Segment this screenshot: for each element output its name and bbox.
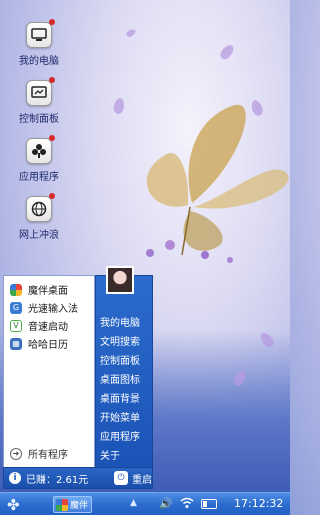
- petal-decoration: [125, 27, 137, 39]
- start-menu-link-start-menu[interactable]: 开始菜单: [100, 409, 140, 424]
- start-menu-item-input-method[interactable]: G 光速输入法: [4, 299, 94, 316]
- all-programs-label: 所有程序: [28, 450, 68, 461]
- info-icon: i: [9, 472, 21, 484]
- battery-icon[interactable]: [201, 499, 217, 509]
- desktop-icon-label: 我的电脑: [19, 56, 59, 67]
- taskbar: ✤ 魔伴 ▲ 🔊 17:12:32: [0, 492, 290, 515]
- desktop-icon-control-panel[interactable]: 控制面板: [10, 77, 68, 125]
- start-menu-link-search[interactable]: 文明搜索: [100, 333, 140, 348]
- computer-icon: [26, 19, 55, 48]
- start-menu-link-my-computer[interactable]: 我的电脑: [100, 314, 140, 329]
- start-menu-link-control-panel[interactable]: 控制面板: [100, 352, 140, 367]
- taskbar-app-moban[interactable]: 魔伴: [53, 496, 92, 513]
- start-menu-system-panel: 我的电脑 文明搜索 控制面板 桌面图标 桌面背景 开始菜单 应用程序 关于: [95, 266, 153, 469]
- launcher-v-icon: V: [10, 319, 22, 332]
- battery-level-fill: [203, 501, 207, 507]
- volume-icon[interactable]: 🔊: [159, 497, 173, 510]
- start-menu-item-calendar[interactable]: ▦ 哈哈日历: [4, 335, 94, 352]
- desktop-icon-my-computer[interactable]: 我的电脑: [10, 19, 68, 67]
- input-method-icon: G: [10, 301, 22, 314]
- control-panel-icon: [26, 77, 55, 106]
- butterfly-wallpaper-art: [146, 104, 289, 263]
- desktop-icon-apps[interactable]: 应用程序: [10, 135, 68, 183]
- clock: 17:12:32: [234, 497, 284, 510]
- start-menu-programs-panel: 魔伴桌面 G 光速输入法 V 音速启动 ▦ 哈哈日历 ➜ 所有程序: [3, 275, 95, 489]
- calendar-icon: ▦: [10, 337, 22, 350]
- start-menu-item-moban[interactable]: 魔伴桌面: [4, 281, 94, 298]
- start-menu-item-launcher[interactable]: V 音速启动: [4, 317, 94, 334]
- start-menu-item-label: 哈哈日历: [28, 340, 68, 351]
- pinwheel-icon: [10, 283, 22, 296]
- arrow-right-icon: ➜: [10, 447, 22, 460]
- power-icon[interactable]: ⏻: [114, 471, 128, 485]
- start-menu-link-apps[interactable]: 应用程序: [100, 428, 140, 443]
- desktop-icon-label: 网上冲浪: [19, 230, 59, 241]
- petal-decoration: [218, 42, 236, 62]
- desktop-icon-label: 控制面板: [19, 114, 59, 125]
- desktop-icon-web[interactable]: 网上冲浪: [10, 193, 68, 241]
- pinwheel-icon: [56, 498, 68, 511]
- globe-icon: [26, 193, 55, 222]
- start-menu-link-desktop-background[interactable]: 桌面背景: [100, 390, 140, 405]
- taskbar-app-label: 魔伴: [70, 501, 89, 511]
- user-avatar[interactable]: [106, 266, 134, 294]
- start-menu-footer: i 已赚：2.61元 ⏻ 重启: [3, 467, 153, 489]
- start-menu-item-label: 魔伴桌面: [28, 286, 68, 297]
- wifi-icon[interactable]: [180, 497, 194, 512]
- start-menu-item-label: 光速输入法: [28, 304, 78, 315]
- start-button[interactable]: ✤: [7, 497, 25, 513]
- start-menu-link-about[interactable]: 关于: [100, 447, 120, 462]
- restart-button[interactable]: 重启: [132, 471, 152, 486]
- earnings-text: 已赚：2.61元: [26, 474, 89, 486]
- desktop-icon-label: 应用程序: [19, 172, 59, 183]
- apps-icon: [26, 135, 55, 164]
- tray-expand-icon[interactable]: ▲: [130, 498, 137, 508]
- start-menu-item-label: 音速启动: [28, 322, 68, 333]
- start-menu-link-desktop-icons[interactable]: 桌面图标: [100, 371, 140, 386]
- all-programs-button[interactable]: ➜ 所有程序: [10, 446, 68, 461]
